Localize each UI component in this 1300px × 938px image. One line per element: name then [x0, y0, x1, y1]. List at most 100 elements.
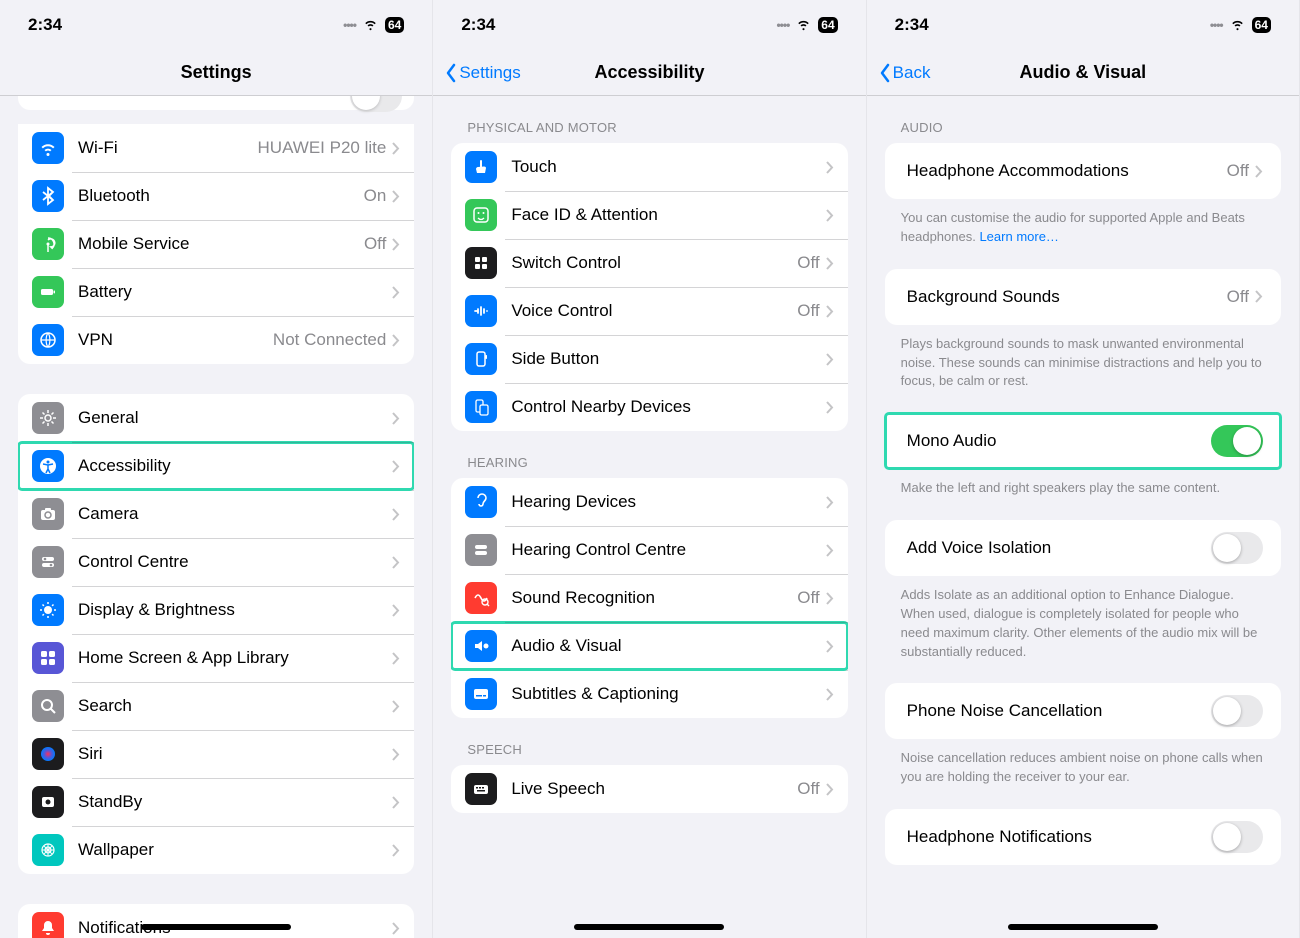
- cell-value: Off: [797, 779, 819, 799]
- cell-value: Off: [797, 253, 819, 273]
- row-noise-cancellation[interactable]: Phone Noise Cancellation: [885, 683, 1281, 739]
- cell-label: Add Voice Isolation: [907, 538, 1211, 558]
- chevron-right-icon: [826, 401, 834, 414]
- brightness-icon: [32, 594, 64, 626]
- row-audio-visual[interactable]: Audio & Visual: [451, 622, 847, 670]
- row-standby[interactable]: StandBy: [18, 778, 414, 826]
- row-notifications[interactable]: Notifications: [18, 904, 414, 938]
- row-touch[interactable]: Touch: [451, 143, 847, 191]
- row-wallpaper[interactable]: Wallpaper: [18, 826, 414, 874]
- row-face-id-attention[interactable]: Face ID & Attention: [451, 191, 847, 239]
- footer-mono-audio: Make the left and right speakers play th…: [867, 469, 1299, 498]
- footer-headphone-acc: You can customise the audio for supporte…: [867, 199, 1299, 247]
- wallpaper-icon: [32, 834, 64, 866]
- hcontrol-icon: [465, 534, 497, 566]
- row-control-nearby-devices[interactable]: Control Nearby Devices: [451, 383, 847, 431]
- cell-value: Off: [1227, 287, 1249, 307]
- row-hearing-control-centre[interactable]: Hearing Control Centre: [451, 526, 847, 574]
- home-indicator[interactable]: [574, 924, 724, 930]
- row-vpn[interactable]: VPNNot Connected: [18, 316, 414, 364]
- home-indicator[interactable]: [1008, 924, 1158, 930]
- headphone-notifications-toggle[interactable]: [1211, 821, 1263, 853]
- cell-label: Bluetooth: [78, 186, 364, 206]
- section-audio: AUDIO: [867, 96, 1299, 143]
- cell-label: Headphone Notifications: [907, 827, 1211, 847]
- chevron-right-icon: [392, 238, 400, 251]
- row-display-brightness[interactable]: Display & Brightness: [18, 586, 414, 634]
- ear-icon: [465, 486, 497, 518]
- row-search[interactable]: Search: [18, 682, 414, 730]
- row-side-button[interactable]: Side Button: [451, 335, 847, 383]
- cell-label: Mono Audio: [907, 431, 1211, 451]
- row-hearing-devices[interactable]: Hearing Devices: [451, 478, 847, 526]
- back-label: Back: [893, 63, 931, 83]
- footer-background-sounds: Plays background sounds to mask unwanted…: [867, 325, 1299, 392]
- row-sound-recognition[interactable]: Sound RecognitionOff: [451, 574, 847, 622]
- row-battery[interactable]: Battery: [18, 268, 414, 316]
- home-indicator[interactable]: [141, 924, 291, 930]
- globe-icon: [32, 324, 64, 356]
- row-live-speech[interactable]: Live SpeechOff: [451, 765, 847, 813]
- chevron-right-icon: [392, 412, 400, 425]
- row-mono-audio[interactable]: Mono Audio: [885, 413, 1281, 469]
- learn-more-link[interactable]: Learn more…: [979, 229, 1058, 244]
- chevron-right-icon: [392, 460, 400, 473]
- row-voice-control[interactable]: Voice ControlOff: [451, 287, 847, 335]
- mono-audio-toggle[interactable]: [1211, 425, 1263, 457]
- cell-label: Touch: [511, 157, 825, 177]
- row-mobile-service[interactable]: Mobile ServiceOff: [18, 220, 414, 268]
- chevron-left-icon: [879, 63, 891, 83]
- chevron-left-icon: [445, 63, 457, 83]
- cell-label: Hearing Control Centre: [511, 540, 825, 560]
- accessibility-icon: [32, 450, 64, 482]
- chevron-right-icon: [392, 286, 400, 299]
- battery-icon: 64: [818, 17, 837, 33]
- cell-value: Off: [797, 301, 819, 321]
- back-button[interactable]: Settings: [445, 63, 520, 83]
- noise-cancellation-toggle[interactable]: [1211, 695, 1263, 727]
- row-accessibility[interactable]: Accessibility: [18, 442, 414, 490]
- settings-network-group: Wi-FiHUAWEI P20 liteBluetoothOnMobile Se…: [18, 124, 414, 364]
- chevron-right-icon: [392, 700, 400, 713]
- row-headphone-notifications[interactable]: Headphone Notifications: [885, 809, 1281, 865]
- cell-label: Audio & Visual: [511, 636, 825, 656]
- cell-label: Siri: [78, 744, 392, 764]
- mono-audio-group: Mono Audio: [885, 413, 1281, 469]
- chevron-right-icon: [826, 496, 834, 509]
- status-time: 2:34: [461, 15, 495, 35]
- camera-icon: [32, 498, 64, 530]
- row-wi-fi[interactable]: Wi-FiHUAWEI P20 lite: [18, 124, 414, 172]
- row-bluetooth[interactable]: BluetoothOn: [18, 172, 414, 220]
- back-button[interactable]: Back: [879, 63, 931, 83]
- cell-value: On: [364, 186, 387, 206]
- row-control-centre[interactable]: Control Centre: [18, 538, 414, 586]
- battery-icon: [32, 276, 64, 308]
- cell-value: Off: [1227, 161, 1249, 181]
- speech-group: Live SpeechOff: [451, 765, 847, 813]
- row-subtitles-captioning[interactable]: Subtitles & Captioning: [451, 670, 847, 718]
- row-general[interactable]: General: [18, 394, 414, 442]
- chevron-right-icon: [392, 190, 400, 203]
- cell-label: Wi-Fi: [78, 138, 258, 158]
- section-hearing: HEARING: [433, 431, 865, 478]
- chevron-right-icon: [392, 556, 400, 569]
- screen-accessibility: 2:34 •••• 64 Settings Accessibility PHYS…: [433, 0, 866, 938]
- voice-isolation-toggle[interactable]: [1211, 532, 1263, 564]
- chevron-right-icon: [392, 508, 400, 521]
- row-voice-isolation[interactable]: Add Voice Isolation: [885, 520, 1281, 576]
- row-camera[interactable]: Camera: [18, 490, 414, 538]
- row-home-screen-app-library[interactable]: Home Screen & App Library: [18, 634, 414, 682]
- partial-row: [18, 96, 414, 110]
- footer-voice-isolation: Adds Isolate as an additional option to …: [867, 576, 1299, 661]
- row-background-sounds[interactable]: Background Sounds Off: [885, 269, 1281, 325]
- row-siri[interactable]: Siri: [18, 730, 414, 778]
- page-title: Audio & Visual: [1019, 62, 1146, 83]
- cell-label: Subtitles & Captioning: [511, 684, 825, 704]
- chevron-right-icon: [826, 544, 834, 557]
- row-switch-control[interactable]: Switch ControlOff: [451, 239, 847, 287]
- cell-label: Camera: [78, 504, 392, 524]
- cell-label: Phone Noise Cancellation: [907, 701, 1211, 721]
- faceid-icon: [465, 199, 497, 231]
- row-headphone-accommodations[interactable]: Headphone Accommodations Off: [885, 143, 1281, 199]
- battery-icon: 64: [385, 17, 404, 33]
